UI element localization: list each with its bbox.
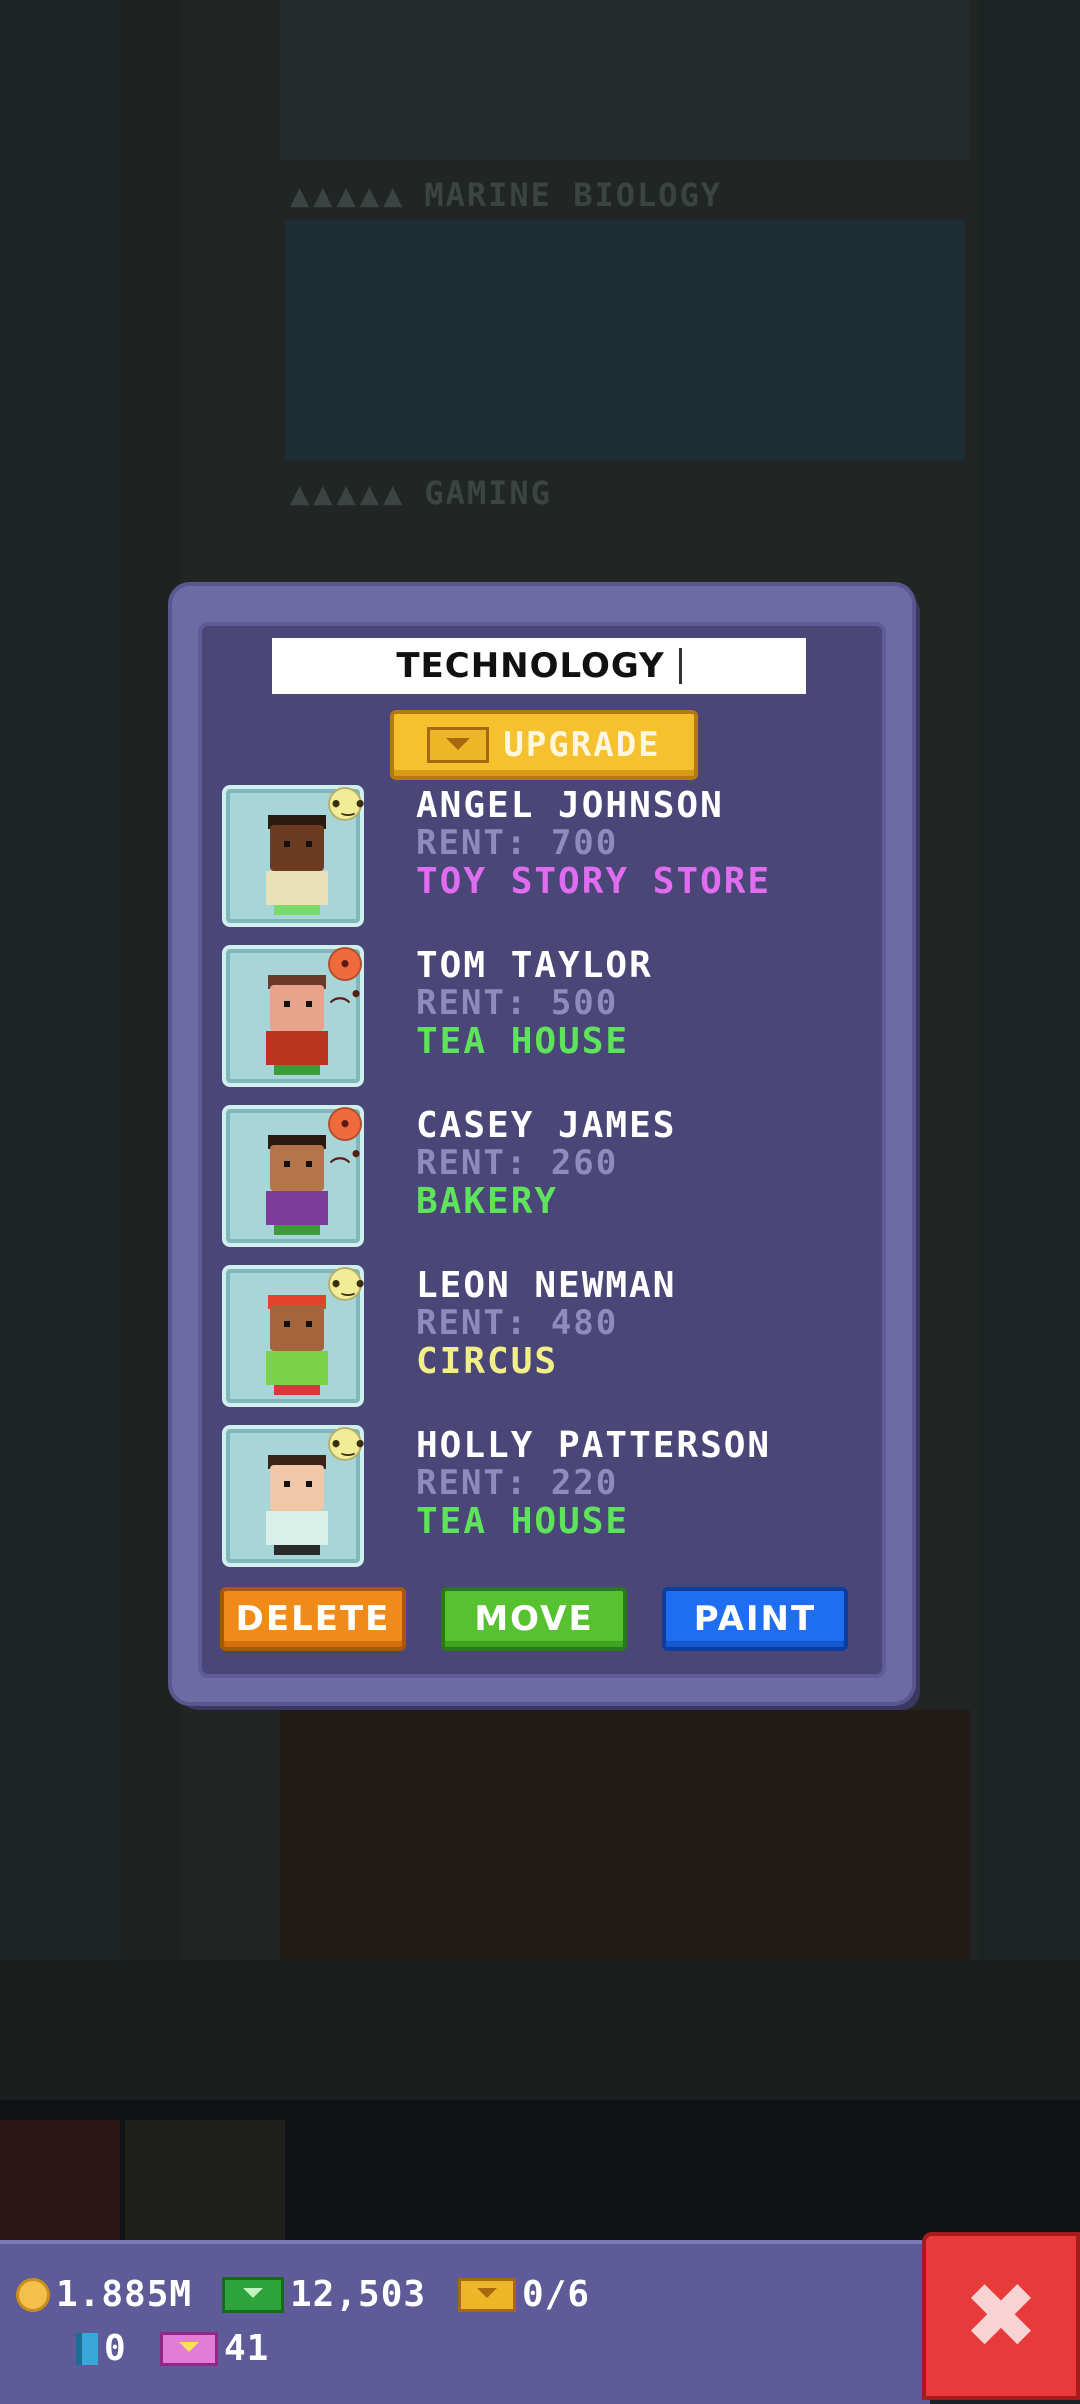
neutral-face-icon: •‿• xyxy=(328,1427,366,1461)
resident-shirt xyxy=(266,1351,328,1385)
ticket-icon xyxy=(76,2332,98,2365)
resident-legs xyxy=(274,1385,320,1395)
floor-name-input[interactable]: TECHNOLOGY xyxy=(272,638,806,694)
move-button[interactable]: MOVE xyxy=(441,1587,627,1651)
resident-row[interactable]: •︵• CASEY JAMES RENT: 260 BAKERY xyxy=(220,1105,860,1255)
upgrade-label: UPGRADE xyxy=(503,725,661,765)
resident-rent: RENT: 480 xyxy=(416,1303,619,1343)
resident-rent: RENT: 500 xyxy=(416,983,619,1023)
resident-name: TOM TAYLOR xyxy=(416,945,653,986)
coins-counter: 1.885M xyxy=(16,2274,192,2315)
resident-portrait[interactable]: •‿• xyxy=(222,1425,366,1567)
resident-portrait[interactable]: •︵• xyxy=(222,1105,364,1247)
resident-name: CASEY JAMES xyxy=(416,1105,677,1146)
resident-face xyxy=(270,825,324,871)
resident-legs xyxy=(274,1545,320,1555)
resident-name: ANGEL JOHNSON xyxy=(416,785,724,826)
resident-legs xyxy=(274,1065,320,1075)
resident-rent: RENT: 260 xyxy=(416,1143,619,1183)
coin-icon xyxy=(16,2277,50,2312)
paint-button[interactable]: PAINT xyxy=(662,1587,848,1651)
resident-row[interactable]: •︵• TOM TAYLOR RENT: 500 TEA HOUSE xyxy=(220,945,860,1095)
resident-shirt xyxy=(266,1511,328,1545)
resident-row[interactable]: •‿• LEON NEWMAN RENT: 480 CIRCUS xyxy=(220,1265,860,1415)
status-bar: 1.885M 12,503 0/6 0 41 xyxy=(0,2240,930,2404)
resident-name: HOLLY PATTERSON xyxy=(416,1425,772,1466)
resident-shirt xyxy=(266,1191,328,1225)
bux-counter: 0/6 xyxy=(458,2274,590,2315)
resident-face xyxy=(270,1145,324,1191)
coins-value: 1.885M xyxy=(56,2274,193,2315)
text-caret xyxy=(678,648,682,684)
bux-icon xyxy=(458,2277,516,2312)
resident-row[interactable]: •‿• HOLLY PATTERSON RENT: 220 TEA HOUSE xyxy=(220,1425,860,1575)
bux-value: 0/6 xyxy=(522,2274,591,2315)
resident-face xyxy=(270,985,324,1031)
sad-face-icon: •︵• xyxy=(328,947,362,1006)
resident-legs xyxy=(274,1225,320,1235)
resident-portrait[interactable]: •‿• xyxy=(222,785,366,927)
neutral-face-icon: •‿• xyxy=(328,1267,366,1301)
resident-name: LEON NEWMAN xyxy=(416,1265,677,1306)
resident-face xyxy=(270,1305,324,1351)
resident-shirt xyxy=(266,1031,328,1065)
resident-job[interactable]: TEA HOUSE xyxy=(416,1501,629,1542)
floor-name-text: TECHNOLOGY xyxy=(396,646,665,686)
tickets-counter: 0 xyxy=(76,2328,127,2369)
resident-portrait[interactable]: •︵• xyxy=(222,945,364,1087)
golden-tickets-counter: 41 xyxy=(160,2328,269,2369)
neutral-face-icon: •‿• xyxy=(328,787,366,821)
resident-rent: RENT: 700 xyxy=(416,823,619,863)
cash-value: 12,503 xyxy=(290,2274,427,2315)
delete-button[interactable]: DELETE xyxy=(220,1587,406,1651)
resident-job[interactable]: BAKERY xyxy=(416,1181,558,1222)
close-icon: ✖ xyxy=(963,2263,1039,2369)
tickets-value: 0 xyxy=(104,2328,127,2369)
bux-icon xyxy=(427,727,490,763)
resident-rent: RENT: 220 xyxy=(416,1463,619,1503)
resident-job[interactable]: TEA HOUSE xyxy=(416,1021,629,1062)
resident-shirt xyxy=(266,871,328,905)
golden-ticket-icon xyxy=(160,2331,218,2366)
resident-job[interactable]: CIRCUS xyxy=(416,1341,558,1382)
close-button[interactable]: ✖ xyxy=(922,2232,1080,2400)
resident-face xyxy=(270,1465,324,1511)
resident-legs xyxy=(274,905,320,915)
sad-face-icon: •︵• xyxy=(328,1107,362,1166)
cash-counter: 12,503 xyxy=(222,2274,426,2315)
upgrade-button[interactable]: UPGRADE xyxy=(390,710,698,780)
resident-portrait[interactable]: •‿• xyxy=(222,1265,366,1407)
resident-job[interactable]: TOY STORY STORE xyxy=(416,861,771,902)
cash-icon xyxy=(222,2276,284,2313)
resident-row[interactable]: •‿• ANGEL JOHNSON RENT: 700 TOY STORY ST… xyxy=(220,785,860,935)
golden-tickets-value: 41 xyxy=(224,2328,270,2369)
